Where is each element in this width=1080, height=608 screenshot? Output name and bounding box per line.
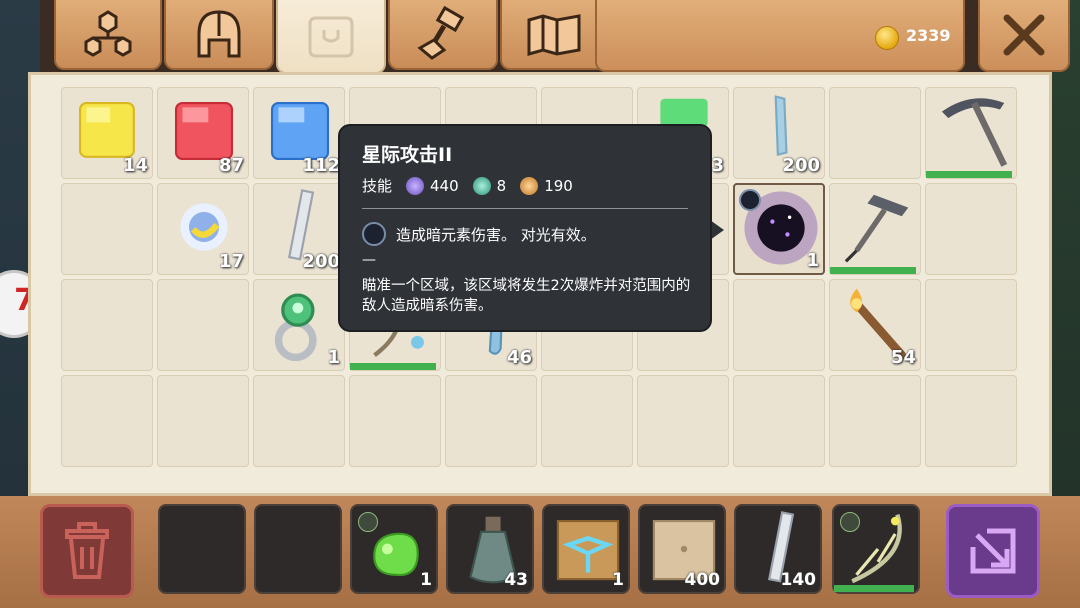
spike-hammer-icon [830, 184, 922, 274]
tooltip-arrow [710, 220, 724, 240]
dark-element-icon [362, 222, 386, 246]
inventory-slot[interactable]: 14 [61, 87, 153, 179]
inventory-slot[interactable] [733, 279, 825, 371]
tab-map[interactable] [500, 0, 608, 70]
item-count: 87 [218, 155, 244, 176]
inventory-slot[interactable]: 87 [157, 87, 249, 179]
hotbar-slot[interactable] [832, 504, 920, 594]
hierarchy-icon [84, 10, 132, 57]
pickaxe-icon [926, 88, 1018, 178]
item-count: 14 [122, 155, 148, 176]
inventory-slot[interactable] [829, 87, 921, 179]
inventory-slot[interactable]: 1 [733, 183, 825, 275]
trash-button[interactable] [40, 504, 134, 598]
inventory-slot[interactable] [157, 279, 249, 371]
durability-bar [350, 363, 436, 370]
item-count: 1 [806, 250, 819, 271]
drop-icon [970, 528, 1016, 574]
tooltip-description: 瞄准一个区域，该区域将发生2次爆炸并对范围内的敌人造成暗系伤害。 [362, 278, 691, 314]
item-count: 3 [711, 155, 724, 176]
inventory-slot[interactable] [61, 375, 153, 467]
item-count: 200 [302, 251, 340, 272]
hotbar-slot[interactable]: 43 [446, 504, 534, 594]
dark-element-icon [739, 189, 761, 211]
hotbar-slot[interactable]: 1 [542, 504, 630, 594]
slot-badge-icon [358, 512, 378, 532]
stat-attack: 190 [544, 176, 573, 195]
green-energy-icon [472, 176, 491, 195]
inventory-slot[interactable] [925, 87, 1017, 179]
item-count: 43 [504, 570, 528, 590]
inventory-slot[interactable] [925, 279, 1017, 371]
item-count: 112 [302, 155, 340, 176]
bag-icon [308, 16, 354, 58]
tooltip-effect: 造成暗元素伤害。 对光有效。 [362, 222, 596, 246]
hotbar-slot[interactable]: 140 [734, 504, 822, 594]
inventory-slot[interactable] [829, 183, 921, 275]
item-count: 200 [782, 155, 820, 176]
purple-mana-icon [406, 176, 425, 195]
stat-mana: 440 [430, 176, 459, 195]
item-count: 140 [780, 570, 817, 590]
inventory-slot[interactable]: 54 [829, 279, 921, 371]
durability-bar [830, 267, 916, 274]
tooltip-dash: — [362, 252, 376, 268]
tooltip-title: 星际攻击II [362, 144, 453, 166]
inventory-slot[interactable] [541, 375, 633, 467]
inventory-slot[interactable] [637, 375, 729, 467]
durability-bar [926, 171, 1012, 178]
tab-structure[interactable] [54, 0, 162, 70]
close-icon [1003, 14, 1045, 56]
tooltip-divider [362, 208, 688, 209]
tooltip-stats: 技能 440 8 190 [362, 175, 573, 196]
hotbar-slot[interactable]: 1 [350, 504, 438, 594]
hotbar-slot[interactable] [254, 504, 342, 594]
tooltip-type-label: 技能 [362, 177, 393, 195]
inventory-slot[interactable] [925, 375, 1017, 467]
inventory-slot[interactable] [445, 375, 537, 467]
hotbar-slot[interactable]: 400 [638, 504, 726, 594]
tab-equipment[interactable] [164, 0, 274, 70]
item-count: 1 [612, 570, 624, 590]
gold-amount: 2339 [906, 26, 951, 45]
inventory-slot[interactable] [925, 183, 1017, 275]
durability-bar [834, 585, 914, 592]
inventory-slot[interactable]: 112 [253, 87, 345, 179]
inventory-slot[interactable]: 200 [733, 87, 825, 179]
item-count: 1 [420, 570, 432, 590]
hammer-icon [417, 6, 465, 60]
item-count: 1 [327, 347, 340, 368]
inventory-slot[interactable] [829, 375, 921, 467]
stat-energy: 8 [496, 176, 507, 195]
inventory-slot[interactable]: 17 [157, 183, 249, 275]
inventory-slot[interactable] [733, 375, 825, 467]
inventory-slot[interactable] [253, 375, 345, 467]
tab-inventory[interactable] [276, 0, 386, 74]
map-icon [527, 14, 581, 56]
inventory-slot[interactable]: 200 [253, 183, 345, 275]
orange-sword-icon [520, 176, 539, 195]
inventory-slot[interactable] [61, 279, 153, 371]
tooltip-effect-text: 造成暗元素伤害。 对光有效。 [396, 225, 596, 244]
item-count: 400 [684, 570, 721, 590]
inventory-slot[interactable] [61, 183, 153, 275]
inventory-slot[interactable] [157, 375, 249, 467]
inventory-slot[interactable] [349, 375, 441, 467]
drop-button[interactable] [946, 504, 1040, 598]
item-tooltip: 星际攻击II 技能 440 8 190 造成暗元素伤害。 对光有效。 — 瞄准一… [338, 124, 712, 332]
helmet-icon [197, 10, 241, 58]
tab-crafting[interactable] [388, 0, 498, 70]
item-count: 17 [218, 251, 244, 272]
item-count: 54 [890, 347, 916, 368]
trash-icon [65, 522, 109, 579]
item-count: 46 [506, 347, 532, 368]
gold-coin-icon [875, 26, 899, 50]
close-button[interactable] [978, 0, 1070, 72]
inventory-slot[interactable]: 1 [253, 279, 345, 371]
hotbar-slot[interactable] [158, 504, 246, 594]
slot-badge-icon [840, 512, 860, 532]
